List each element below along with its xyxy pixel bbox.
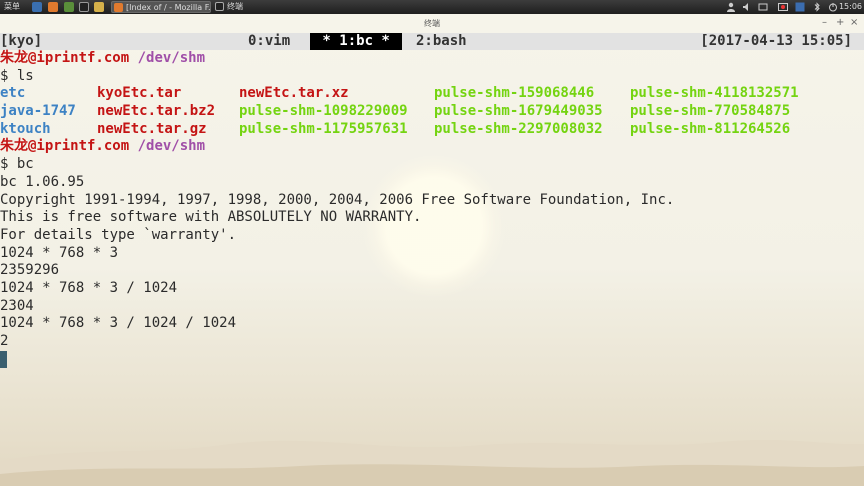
output-line: 1024 * 768 * 3 (0, 244, 119, 261)
ls-entry: pulse-shm-811264526 (630, 120, 791, 137)
wallpaper-hills (0, 440, 864, 486)
screen-icon[interactable] (795, 2, 805, 12)
ls-row: java-1747 newEtc.tar.bz2 pulse-shm-1098229… (0, 103, 864, 121)
output-line: 2304 (0, 297, 34, 314)
taskbar-item-firefox[interactable]: [Index of / - Mozilla F... (111, 1, 211, 13)
prompt-dir: /dev/shm (137, 138, 206, 155)
ls-entry: pulse-shm-770584875 (630, 103, 791, 120)
ls-row: etc kyoEtc.tar newEtc.tar.xz pulse-shm-1590… (0, 85, 864, 103)
taskbar-item-label: [Index of / - Mozilla F... (126, 3, 211, 12)
panel-clock[interactable]: 15:06 (839, 0, 862, 14)
maximize-icon[interactable]: + (836, 17, 844, 28)
browser-launcher-icon[interactable] (32, 2, 42, 12)
output-line: For details type `warranty'. (0, 226, 237, 243)
ls-listing: etc kyoEtc.tar newEtc.tar.xz pulse-shm-1590… (0, 85, 864, 138)
ls-entry: etc (0, 85, 26, 102)
ls-entry: java-1747 (0, 103, 76, 120)
ls-entry: pulse-shm-4118132571 (630, 85, 799, 102)
output-line: 2 (0, 333, 9, 349)
ls-entry: newEtc.tar.bz2 (97, 103, 216, 120)
top-panel: 菜单 [Index of / - Mozilla F... 终端 15:06 (0, 0, 864, 14)
output-line: This is free software with ABSOLUTELY NO… (0, 209, 422, 226)
record-icon[interactable] (778, 2, 788, 12)
terminal-launcher-icon[interactable] (79, 2, 89, 12)
ls-entry: newEtc.tar.gz (97, 120, 207, 137)
editor-launcher-icon[interactable] (64, 2, 74, 12)
tmux-window-0[interactable]: 0:vim (248, 33, 290, 50)
folder-launcher-icon[interactable] (94, 2, 104, 12)
tmux-window-2[interactable]: 2:bash (416, 33, 467, 50)
terminal-cursor (0, 351, 7, 368)
power-icon[interactable] (828, 2, 838, 12)
minimize-icon[interactable]: – (822, 17, 827, 28)
tmux-datetime: [2017-04-13 15:05] (700, 33, 852, 49)
ls-entry: pulse-shm-1175957631 (239, 120, 408, 137)
ls-entry: pulse-shm-1679449035 (434, 103, 603, 120)
tmux-status-bar: [kyo] 0:vim * 1:bc * 2:bash [2017-04-13 … (0, 33, 864, 50)
terminal-icon (215, 2, 224, 11)
terminal-output[interactable]: 朱龙@iprintf.com /dev/shm $ ls etc kyoEtc.t… (0, 50, 864, 351)
bc-output: bc 1.06.95 Copyright 1991-1994, 1997, 199… (0, 174, 864, 351)
firefox-icon (114, 3, 123, 12)
settings-icon[interactable] (758, 2, 768, 12)
firefox-launcher-icon[interactable] (48, 2, 58, 12)
bluetooth-icon[interactable] (812, 2, 822, 12)
output-line: bc 1.06.95 (0, 173, 85, 190)
tmux-session: [kyo] (0, 33, 43, 49)
command-line: $ bc (0, 156, 34, 173)
command-line: $ ls (0, 67, 34, 84)
tmux-window-1[interactable]: * 1:bc * (310, 33, 403, 50)
ls-entry: pulse-shm-159068446 (434, 85, 595, 102)
taskbar-item-terminal[interactable]: 终端 (213, 1, 313, 13)
close-icon[interactable]: × (850, 17, 858, 28)
prompt-user: 朱龙@iprintf.com (0, 50, 130, 66)
window-title: 终端 (424, 19, 440, 28)
output-line: 1024 * 768 * 3 / 1024 / 1024 (0, 315, 237, 332)
ls-entry: ktouch (0, 120, 51, 137)
prompt-user: 朱龙@iprintf.com (0, 138, 130, 155)
ls-entry: pulse-shm-2297008032 (434, 120, 603, 137)
output-line: Copyright 1991-1994, 1997, 1998, 2000, 2… (0, 191, 675, 208)
terminal-titlebar: 终端 – + × (0, 14, 864, 33)
taskbar-item-label: 终端 (227, 2, 243, 11)
prompt-dir: /dev/shm (137, 50, 206, 66)
output-line: 2359296 (0, 262, 60, 279)
prompt-line: 朱龙@iprintf.com /dev/shm (0, 138, 864, 156)
audio-icon[interactable] (742, 2, 752, 12)
ls-entry: kyoEtc.tar (97, 85, 182, 102)
output-line: 1024 * 768 * 3 / 1024 (0, 279, 178, 296)
user-icon[interactable] (726, 2, 736, 12)
ls-entry: newEtc.tar.xz (239, 85, 349, 102)
prompt-line: 朱龙@iprintf.com /dev/shm (0, 50, 864, 68)
applications-menu[interactable]: 菜单 (4, 0, 20, 14)
ls-row: ktouch newEtc.tar.gz pulse-shm-1175957631 p… (0, 121, 864, 139)
ls-entry: pulse-shm-1098229009 (239, 103, 408, 120)
